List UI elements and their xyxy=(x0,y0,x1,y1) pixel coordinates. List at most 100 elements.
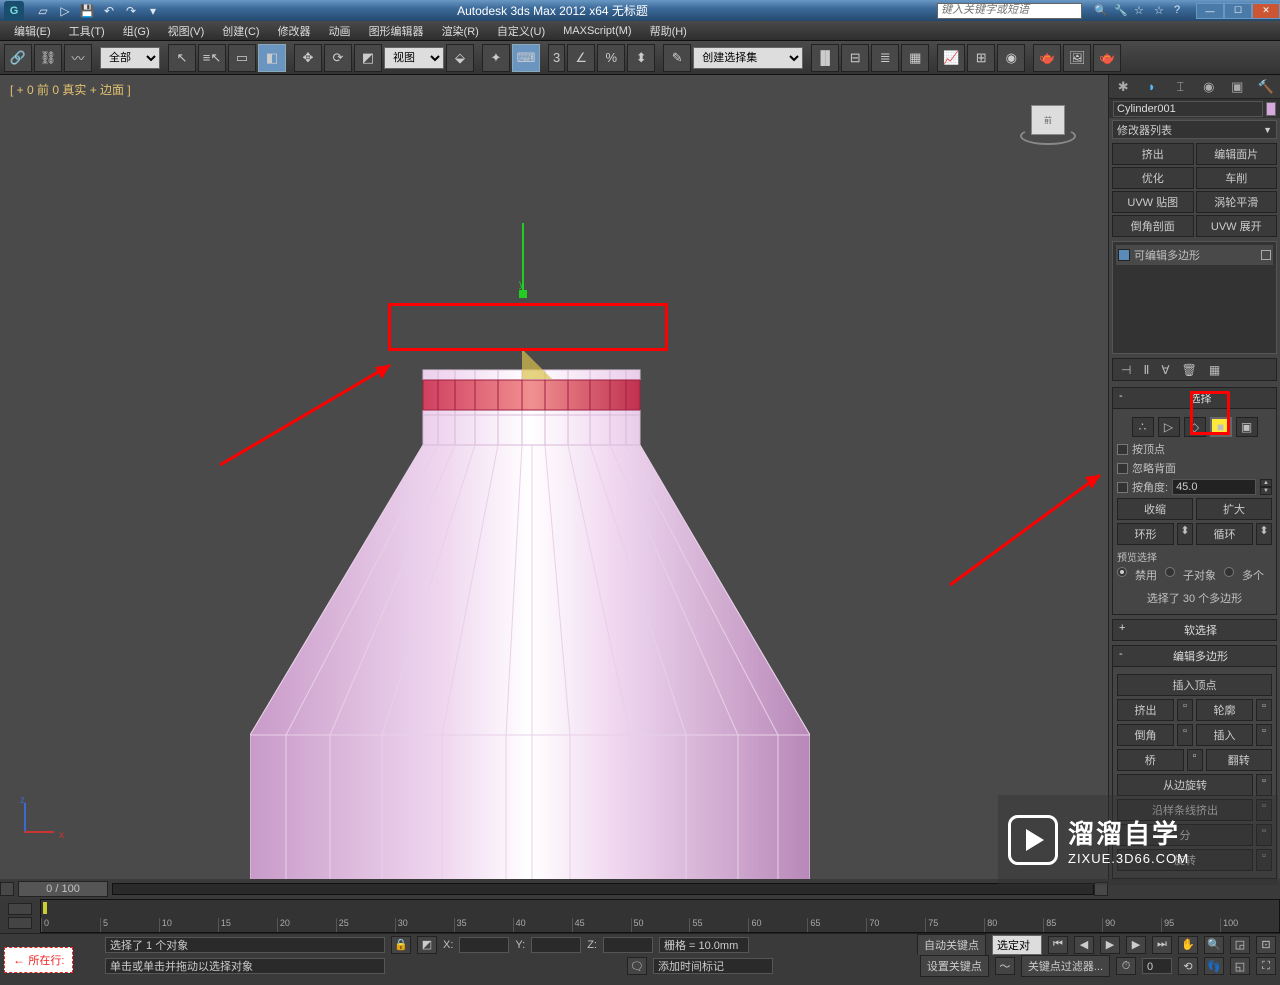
align-icon[interactable]: ⊟ xyxy=(841,44,869,72)
open-icon[interactable]: ▷ xyxy=(56,3,74,19)
maximize-button[interactable]: ☐ xyxy=(1224,3,1252,19)
object-name-input[interactable] xyxy=(1113,101,1263,117)
modify-tab-icon[interactable]: ◗ xyxy=(1141,77,1163,97)
axis-plane-icon[interactable] xyxy=(522,349,552,379)
mirror-icon[interactable]: ▐▌ xyxy=(811,44,839,72)
mod-uvwmap[interactable]: UVW 贴图 xyxy=(1112,191,1194,213)
add-time-tag[interactable]: 添加时间标记 xyxy=(653,958,773,974)
extrude-button[interactable]: 挤出 xyxy=(1117,699,1174,721)
edge-mode-icon[interactable]: ▷ xyxy=(1158,417,1180,437)
nav-max-icon[interactable]: ◱ xyxy=(1230,957,1250,975)
mod-optimize[interactable]: 优化 xyxy=(1112,167,1194,189)
render-setup-icon[interactable]: 🫖 xyxy=(1033,44,1061,72)
set-key-button[interactable]: 设置关键点 xyxy=(920,955,989,977)
mod-uvwunwrap[interactable]: UVW 展开 xyxy=(1196,215,1278,237)
rotate-icon[interactable]: ⟳ xyxy=(324,44,352,72)
project-icon[interactable]: ▾ xyxy=(144,3,162,19)
angle-snap-icon[interactable]: ∠ xyxy=(567,44,595,72)
comm-center-icon[interactable]: 🗨 xyxy=(627,957,647,975)
app-logo[interactable]: G xyxy=(4,1,24,21)
mod-extrude[interactable]: 挤出 xyxy=(1112,143,1194,165)
angle-field[interactable]: 45.0 xyxy=(1172,479,1256,495)
hinge-settings[interactable]: ▫ xyxy=(1256,774,1272,796)
layers-icon[interactable]: ≣ xyxy=(871,44,899,72)
stack-toggle-icon[interactable] xyxy=(1261,250,1271,260)
time-config-icon[interactable]: ⏱ xyxy=(1116,957,1136,975)
time-track[interactable] xyxy=(112,883,1094,895)
graphite-icon[interactable]: ▦ xyxy=(901,44,929,72)
key-filters-button[interactable]: 关键点过滤器... xyxy=(1021,955,1110,977)
grow-button[interactable]: 扩大 xyxy=(1196,498,1272,520)
region-rect-icon[interactable]: ▭ xyxy=(228,44,256,72)
bind-icon[interactable]: 〰 xyxy=(64,44,92,72)
undo-icon[interactable]: ↶ xyxy=(100,3,118,19)
bevel-button[interactable]: 倒角 xyxy=(1117,724,1174,746)
by-vertex-checkbox[interactable] xyxy=(1117,444,1128,455)
bridge-button[interactable]: 桥 xyxy=(1117,749,1184,771)
close-button[interactable]: ✕ xyxy=(1252,3,1280,19)
unique-icon[interactable]: ∀ xyxy=(1161,363,1169,377)
goto-start-icon[interactable]: ⏮ xyxy=(1048,936,1068,954)
viewcube[interactable]: 前 xyxy=(1018,105,1078,155)
preview-subobj-radio[interactable] xyxy=(1165,567,1175,577)
modifier-list-dropdown[interactable]: 修改器列表▼ xyxy=(1112,120,1277,139)
link-icon[interactable]: 🔗 xyxy=(4,44,32,72)
pin-stack-icon[interactable]: ⊣ xyxy=(1121,363,1131,377)
scroll-left-icon[interactable] xyxy=(0,882,14,896)
pivot-icon[interactable]: ⬙ xyxy=(446,44,474,72)
element-mode-icon[interactable]: ▣ xyxy=(1236,417,1258,437)
object-color-swatch[interactable] xyxy=(1266,102,1276,116)
rollout-editpoly-header[interactable]: -编辑多边形 xyxy=(1112,645,1277,667)
motion-tab-icon[interactable]: ◉ xyxy=(1198,77,1220,97)
current-frame[interactable]: 0 xyxy=(1142,958,1172,974)
hinge-button[interactable]: 从边旋转 xyxy=(1117,774,1253,796)
utilities-tab-icon[interactable]: 🔨 xyxy=(1255,77,1277,97)
save-icon[interactable]: 💾 xyxy=(78,3,96,19)
ref-coord[interactable]: 视图 xyxy=(384,47,444,69)
schematic-icon[interactable]: ⊞ xyxy=(967,44,995,72)
vertex-mode-icon[interactable]: ∴ xyxy=(1132,417,1154,437)
create-tab-icon[interactable]: ✱ xyxy=(1112,77,1134,97)
time-handle[interactable]: 0 / 100 xyxy=(18,881,108,897)
inset-settings[interactable]: ▫ xyxy=(1256,724,1272,746)
insert-vertex-button[interactable]: 插入顶点 xyxy=(1117,674,1272,696)
menu-customize[interactable]: 自定义(U) xyxy=(489,21,553,41)
nav-orbit-icon[interactable]: ⟲ xyxy=(1178,957,1198,975)
stack-expand-icon[interactable] xyxy=(1118,249,1130,261)
spinner-snap-icon[interactable]: ⬍ xyxy=(627,44,655,72)
star-icon[interactable]: ☆ xyxy=(1134,4,1150,18)
x-field[interactable] xyxy=(459,937,509,953)
shrink-button[interactable]: 收缩 xyxy=(1117,498,1193,520)
help-icon[interactable]: ? xyxy=(1174,4,1190,18)
key-icon[interactable]: 🔧 xyxy=(1114,4,1130,18)
loop-spinner[interactable]: ⬍ xyxy=(1256,523,1272,545)
axis-y-line[interactable] xyxy=(522,223,524,293)
modifier-stack[interactable]: 可编辑多边形 xyxy=(1112,241,1277,354)
lock-icon[interactable]: 🔒 xyxy=(391,936,411,954)
remove-mod-icon[interactable]: 🗑 xyxy=(1182,363,1197,377)
y-field[interactable] xyxy=(531,937,581,953)
minimize-button[interactable]: — xyxy=(1196,3,1224,19)
by-angle-checkbox[interactable] xyxy=(1117,482,1128,493)
rollout-soft-header[interactable]: +软选择 xyxy=(1112,619,1277,641)
window-crossing-icon[interactable]: ◧ xyxy=(258,44,286,72)
selection-set-dropdown[interactable]: 选定对 xyxy=(992,935,1042,955)
spinner-down-icon[interactable]: ▼ xyxy=(1260,487,1272,495)
edit-named-sel-icon[interactable]: ✎ xyxy=(663,44,691,72)
key-mode-icon[interactable] xyxy=(8,917,32,929)
search-box[interactable] xyxy=(937,3,1082,19)
preview-multi-radio[interactable] xyxy=(1224,567,1234,577)
render-icon[interactable]: 🫖 xyxy=(1093,44,1121,72)
search-input[interactable] xyxy=(938,4,1081,16)
ring-button[interactable]: 环形 xyxy=(1117,523,1174,545)
loop-button[interactable]: 循环 xyxy=(1196,523,1253,545)
auto-key-button[interactable]: 自动关键点 xyxy=(917,934,986,956)
menu-views[interactable]: 视图(V) xyxy=(160,21,213,41)
material-editor-icon[interactable]: ◉ xyxy=(997,44,1025,72)
prev-frame-icon[interactable]: ◀ xyxy=(1074,936,1094,954)
mod-editpatch[interactable]: 编辑面片 xyxy=(1196,143,1278,165)
nav-minmax-icon[interactable]: ⛶ xyxy=(1256,957,1276,975)
play-icon[interactable]: ▶ xyxy=(1100,936,1120,954)
nav-walk-icon[interactable]: 👣 xyxy=(1204,957,1224,975)
scale-icon[interactable]: ◩ xyxy=(354,44,382,72)
